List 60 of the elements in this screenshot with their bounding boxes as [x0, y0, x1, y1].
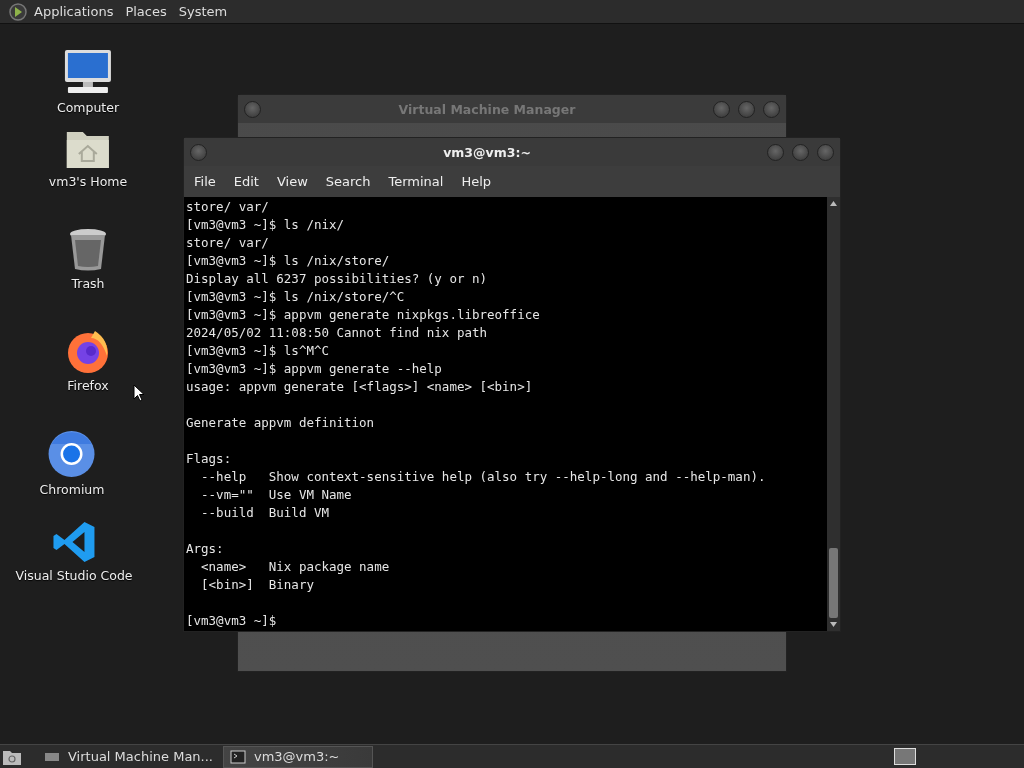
desktop-icon-label[interactable]: Computer: [56, 100, 120, 115]
terminal-line: --help Show context-sensitive help (also try --help-long and --help-man).: [200, 468, 767, 486]
window-menu-button[interactable]: [190, 143, 207, 161]
chromium-icon[interactable]: [48, 430, 96, 478]
menu-item[interactable]: View: [276, 174, 308, 189]
menu-item[interactable]: Edit: [233, 174, 259, 189]
terminal-line: --build Build VM: [200, 504, 330, 522]
terminal-line: [vm3@vm3 ~]$ ls /nix/store/: [186, 252, 391, 270]
terminal-line: 2024/05/02 11:08:50 Cannot find nix path: [186, 324, 489, 342]
terminal-line: [vm3@vm3 ~]$ appvm generate nixpkgs.libreoffice: [186, 306, 541, 324]
maximize-button[interactable]: [738, 100, 755, 118]
terminal-line: --vm="" Use VM Name: [200, 486, 353, 504]
terminal-line: [vm3@vm3 ~]$ ls^M^C: [186, 342, 330, 360]
trash-icon[interactable]: [68, 228, 108, 272]
mouse-pointer-icon: [133, 384, 145, 402]
menu-item[interactable]: Search: [325, 174, 371, 189]
maximize-button[interactable]: [792, 143, 809, 161]
terminal-line: usage: appvm generate [<flags>] <name> [<bin>]: [186, 378, 534, 396]
menu-item[interactable]: File: [194, 174, 216, 189]
panel-menu[interactable]: Applications: [34, 4, 114, 19]
terminal-line: Generate appvm definition: [186, 414, 376, 432]
scrollbar-thumb[interactable]: [829, 548, 838, 618]
terminal-line: [<bin>] Binary: [200, 576, 315, 594]
firefox-icon[interactable]: [65, 328, 111, 374]
terminal-line: [vm3@vm3 ~]$ ls /nix/: [186, 216, 346, 234]
window-title: vm3@vm3:~: [442, 144, 532, 160]
distro-logo-icon[interactable]: [8, 1, 28, 22]
terminal-line: Flags:: [186, 450, 233, 468]
terminal-line: <name> Nix package name: [200, 558, 391, 576]
desktop-icon-label[interactable]: Visual Studio Code: [15, 568, 133, 583]
taskbar-button[interactable]: vm3@vm3:~: [223, 745, 373, 768]
desktop-icon-label[interactable]: Trash: [71, 276, 105, 291]
menu-item[interactable]: Terminal: [388, 174, 444, 189]
terminal-line: store/ var/: [186, 234, 270, 252]
desktop-icon-label[interactable]: vm3's Home: [48, 174, 128, 189]
panel-menu[interactable]: Places: [125, 4, 167, 19]
workspace-switcher[interactable]: [894, 748, 916, 765]
terminal-icon: [230, 749, 246, 764]
scroll-down-icon[interactable]: [830, 622, 837, 627]
minimize-button[interactable]: [767, 143, 784, 161]
terminal-line: [vm3@vm3 ~]$: [186, 612, 278, 630]
scrollbar[interactable]: [827, 197, 840, 631]
scroll-up-icon[interactable]: [830, 201, 837, 206]
computer-icon[interactable]: [63, 48, 113, 96]
menu-item[interactable]: Help: [461, 174, 492, 189]
terminal-line: [vm3@vm3 ~]$ ls /nix/store/^C: [186, 288, 406, 306]
minimize-button[interactable]: [713, 100, 730, 118]
panel-menu[interactable]: System: [178, 4, 228, 19]
monitor-icon: [44, 750, 60, 763]
code-editor-icon[interactable]: [52, 520, 96, 564]
window-title: Virtual Machine Manager: [397, 101, 577, 117]
terminal-line: Args:: [186, 540, 225, 558]
terminal-line: [vm3@vm3 ~]$ appvm generate --help: [186, 360, 443, 378]
terminal-line: Display all 6237 possibilities? (y or n): [186, 270, 489, 288]
close-button[interactable]: [763, 100, 780, 118]
desktop-icon-label[interactable]: Firefox: [67, 378, 109, 393]
desktop-icon-label[interactable]: Chromium: [39, 482, 105, 497]
window-menu-button[interactable]: [244, 100, 261, 118]
close-button[interactable]: [817, 143, 834, 161]
terminal-line: store/ var/: [186, 198, 270, 216]
